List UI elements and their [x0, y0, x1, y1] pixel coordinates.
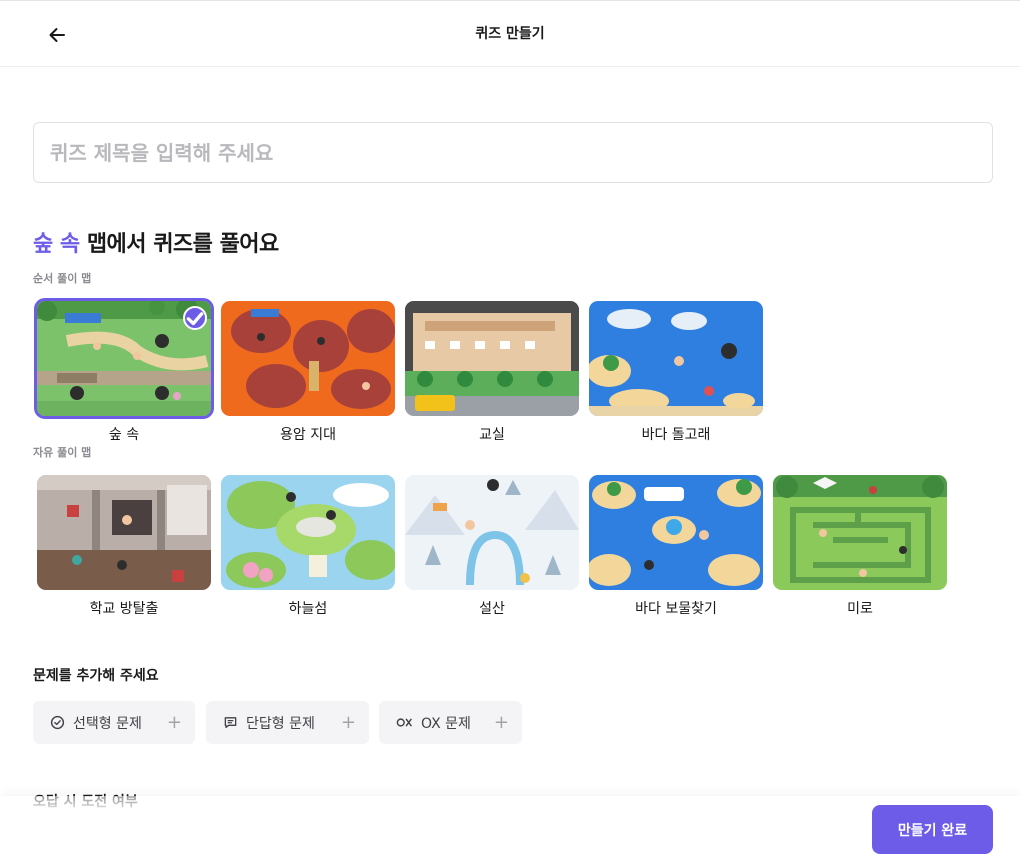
question-type-label: 단답형 문제: [246, 715, 315, 732]
question-type-label: OX 문제: [421, 715, 471, 732]
free-maps-label: 자유 풀이 맵: [33, 446, 92, 459]
selected-check-icon: [183, 306, 207, 330]
ordered-maps-label: 순서 풀이 맵: [33, 272, 92, 285]
map-name: 바다 돌고래: [641, 427, 711, 443]
map-name: 숲 속: [108, 427, 140, 443]
ox-icon: [396, 715, 413, 730]
map-name: 교실: [479, 427, 505, 443]
map-name: 설산: [479, 601, 505, 617]
map-thumbnail-forest: [34, 298, 214, 419]
selected-map-name: 숲 속: [33, 232, 80, 257]
map-thumbnail-snow-mountain: [405, 475, 579, 590]
plus-icon: +: [340, 711, 356, 733]
map-name: 미로: [847, 601, 873, 617]
map-thumbnail-sea-treasure: [589, 475, 763, 590]
map-name: 용암 지대: [280, 427, 336, 443]
add-ox-question-button[interactable]: OX 문제 +: [379, 701, 522, 744]
map-thumbnail-sky-island: [221, 475, 395, 590]
map-thumbnail-classroom: [405, 301, 579, 416]
map-name: 바다 보물찾기: [635, 601, 717, 617]
map-thumbnail-dolphin-sea: [589, 301, 763, 416]
questions-heading: 문제를 추가해 주세요: [33, 668, 159, 684]
message-square-icon: [223, 715, 238, 730]
map-heading-text: 맵에서 퀴즈를 풀어요: [86, 232, 279, 257]
quiz-title-input[interactable]: [33, 122, 993, 183]
map-name: 학교 방탈출: [89, 601, 159, 617]
map-thumbnail-school-escape: [37, 475, 211, 590]
plus-icon: +: [493, 711, 509, 733]
map-heading: 숲 속 맵에서 퀴즈를 풀어요: [33, 226, 279, 258]
add-multiple-choice-button[interactable]: 선택형 문제 +: [33, 701, 195, 744]
map-thumbnail-maze: [773, 475, 947, 590]
question-type-label: 선택형 문제: [73, 715, 142, 732]
check-circle-icon: [50, 715, 65, 730]
top-bar: 퀴즈 만들기: [0, 0, 1020, 67]
footer-bar: [0, 796, 1020, 861]
plus-icon: +: [166, 711, 182, 733]
create-done-button[interactable]: 만들기 완료: [872, 805, 993, 854]
map-thumbnail-lava: [221, 301, 395, 416]
map-name: 하늘섬: [288, 601, 328, 617]
page-title: 퀴즈 만들기: [475, 26, 545, 42]
add-short-answer-button[interactable]: 단답형 문제 +: [206, 701, 369, 744]
